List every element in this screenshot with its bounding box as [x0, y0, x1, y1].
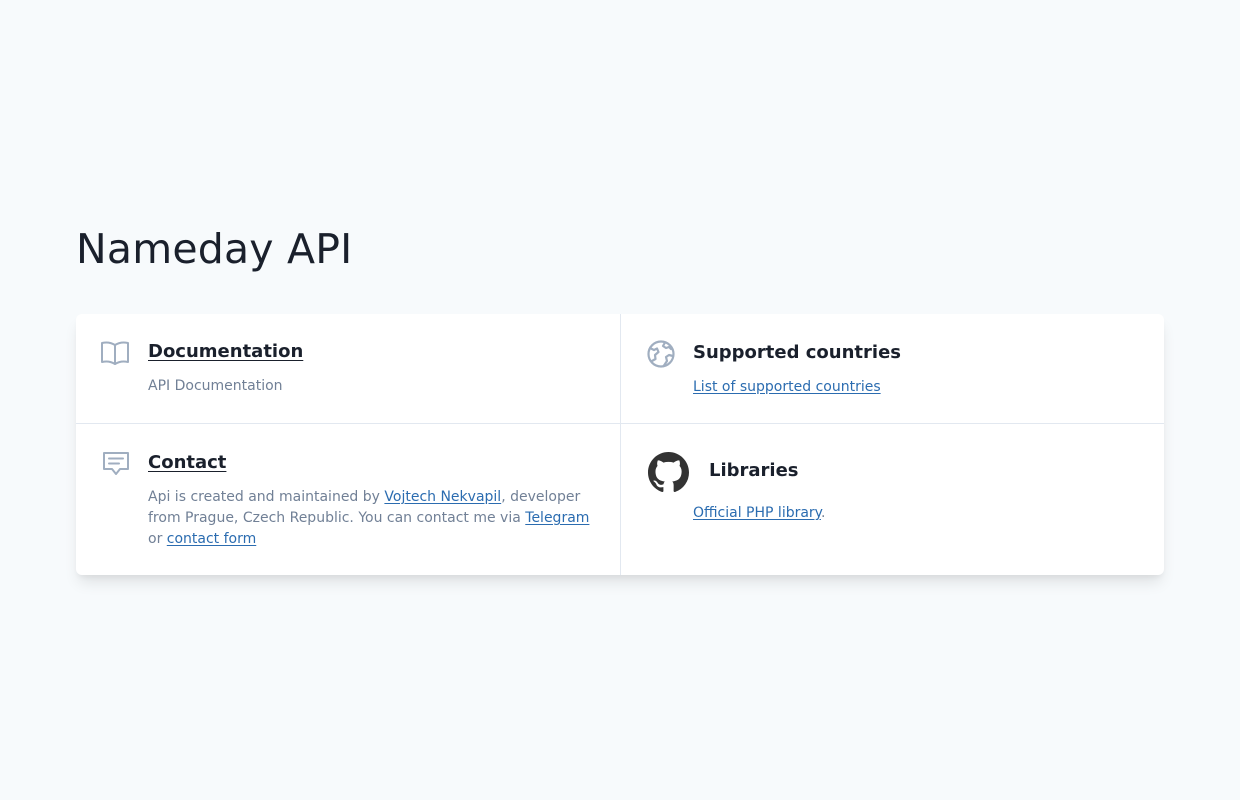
documentation-link[interactable]: Documentation — [148, 340, 303, 364]
author-link[interactable]: Vojtech Nekvapil — [384, 489, 501, 505]
countries-title: Supported countries — [693, 342, 901, 363]
telegram-link[interactable]: Telegram — [525, 510, 589, 526]
libraries-text: Official PHP library. — [693, 503, 825, 524]
libraries-title: Libraries — [709, 460, 799, 481]
supported-countries-link[interactable]: List of supported countries — [693, 379, 881, 395]
contact-title[interactable]: Contact — [148, 451, 226, 475]
links-card: Documentation API Documentation Supporte… — [76, 314, 1164, 575]
page: Nameday API Documentation API Documentat… — [0, 0, 1240, 800]
page-title: Nameday API — [76, 225, 353, 273]
contact-form-link[interactable]: contact form — [167, 531, 256, 547]
contact-section: Contact Api is created and maintained by… — [76, 424, 620, 575]
book-icon — [101, 341, 129, 365]
countries-section: Supported countries List of supported co… — [621, 314, 1164, 423]
contact-text-or: or — [148, 531, 167, 547]
contact-text: Api is created and maintained by Vojtech… — [148, 487, 598, 550]
globe-icon — [647, 340, 675, 368]
chat-icon — [103, 452, 129, 475]
github-icon — [648, 452, 689, 492]
libraries-section: Libraries Official PHP library. — [621, 424, 1164, 575]
contact-text-before: Api is created and maintained by — [148, 489, 385, 505]
countries-text: List of supported countries — [693, 377, 881, 398]
documentation-section: Documentation API Documentation — [76, 314, 620, 423]
documentation-description: API Documentation — [148, 378, 283, 394]
php-library-suffix: . — [820, 505, 826, 521]
php-library-link[interactable]: Official PHP library — [693, 505, 821, 521]
